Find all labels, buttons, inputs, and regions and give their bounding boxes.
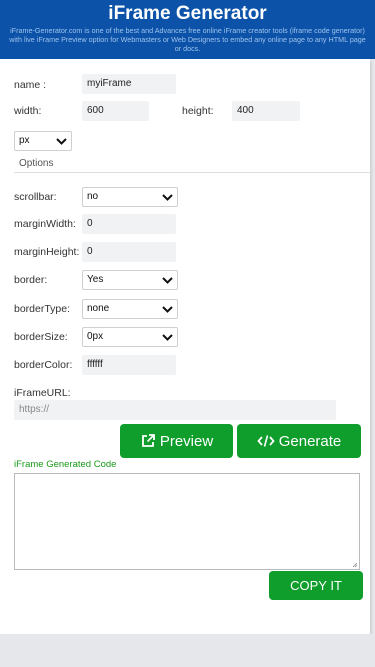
border-select[interactable]: Yes	[82, 270, 178, 290]
options-legend: Options	[19, 158, 54, 169]
bordersize-label: borderSize:	[14, 331, 68, 343]
width-label: width:	[14, 105, 42, 117]
external-link-icon	[141, 434, 155, 447]
resize-grip-icon[interactable]	[352, 562, 358, 568]
bordersize-select[interactable]: 0px	[82, 327, 178, 347]
copy-button[interactable]: COPY IT	[269, 571, 363, 600]
bordertype-label: borderType:	[14, 303, 71, 315]
copy-button-label: COPY IT	[290, 578, 342, 593]
bordercolor-label: borderColor:	[14, 359, 73, 371]
chevron-down-icon	[56, 138, 67, 145]
marginwidth-input[interactable]: 0	[82, 214, 176, 234]
generate-button-label: Generate	[278, 432, 342, 450]
name-label: name :	[14, 79, 47, 91]
bordertype-select[interactable]: none	[82, 299, 178, 319]
chevron-down-icon	[162, 306, 173, 313]
width-input[interactable]: 600	[82, 101, 149, 121]
page-footer-area	[0, 634, 375, 667]
scrollbar-select[interactable]: no	[82, 187, 178, 207]
preview-button[interactable]: Preview	[120, 424, 233, 458]
height-input[interactable]: 400	[232, 101, 300, 121]
bordersize-select-value: 0px	[87, 331, 104, 342]
chevron-down-icon	[162, 277, 173, 284]
generator-form: name : myiFrame width: 600 height: 400 p…	[0, 59, 370, 634]
preview-button-label: Preview	[159, 432, 214, 450]
page-header: iFrame Generator iFrame-Generator.com is…	[0, 0, 375, 59]
page-description: iFrame-Generator.com is one of the best …	[9, 26, 366, 53]
height-label: height:	[182, 105, 214, 117]
url-input[interactable]: https://	[14, 400, 336, 420]
generated-code-textarea[interactable]	[14, 473, 360, 570]
chevron-down-icon	[162, 194, 173, 201]
chevron-down-icon	[162, 334, 173, 341]
options-divider	[14, 172, 370, 173]
border-label: border:	[14, 274, 48, 286]
unit-select[interactable]: px	[14, 131, 72, 151]
marginheight-label: marginHeight:	[14, 246, 80, 258]
scrollbar-select-value: no	[87, 191, 99, 202]
marginheight-input[interactable]: 0	[82, 242, 176, 262]
unit-select-value: px	[19, 135, 30, 146]
scrollbar-label: scrollbar:	[14, 191, 57, 203]
page-title: iFrame Generator	[108, 3, 267, 24]
generated-code-label: iFrame Generated Code	[14, 459, 117, 470]
name-input[interactable]: myiFrame	[82, 74, 176, 94]
marginwidth-label: marginWidth:	[14, 218, 76, 230]
bordercolor-input[interactable]: ffffff	[82, 355, 176, 375]
border-select-value: Yes	[87, 274, 104, 285]
bordertype-select-value: none	[87, 303, 110, 314]
url-label: iFrameURL:	[14, 387, 71, 399]
code-icon	[257, 435, 275, 447]
generate-button[interactable]: Generate	[237, 424, 361, 458]
